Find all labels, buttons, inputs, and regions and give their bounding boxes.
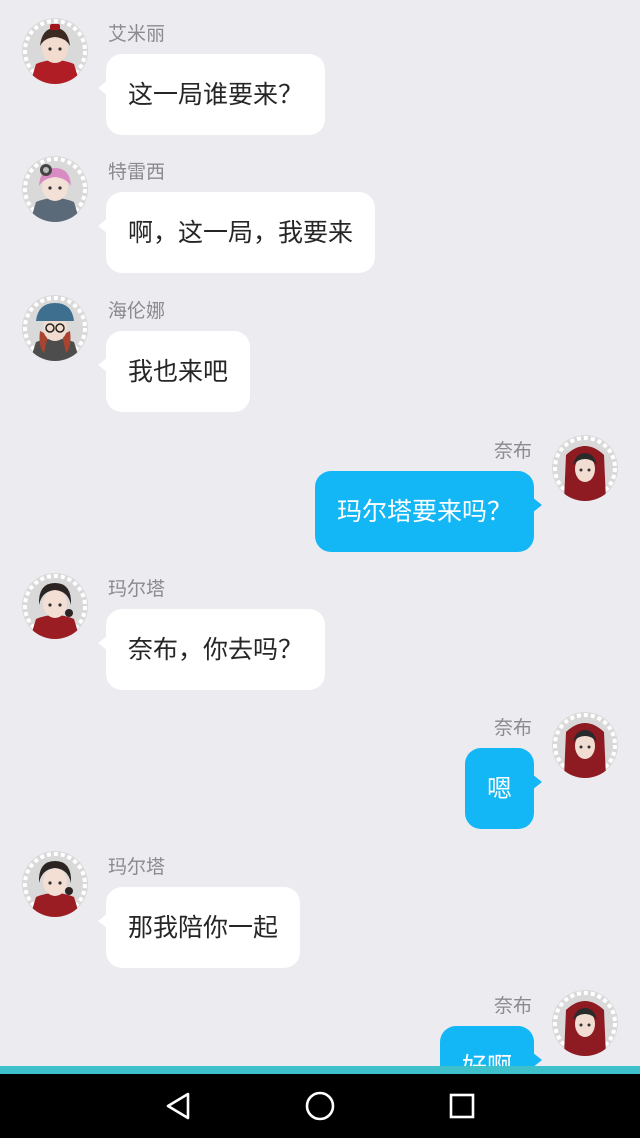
chat-message-list[interactable]: 艾米丽 这一局谁要来？ 特雷西 啊，这一局，我要来 海伦娜 我也来吧 奈布 玛尔…	[0, 0, 640, 1067]
message-bubble[interactable]: 好啊	[439, 1026, 543, 1067]
back-triangle-icon[interactable]	[160, 1088, 196, 1124]
bottom-accent-bar	[0, 1066, 640, 1074]
recents-square-icon[interactable]	[444, 1088, 480, 1124]
home-circle-icon[interactable]	[302, 1088, 338, 1124]
message-row: 奈布 好啊	[0, 555, 640, 1067]
system-navigation-bar	[0, 1074, 640, 1138]
sender-name: 奈布	[493, 995, 532, 1017]
naib-avatar-icon[interactable]	[552, 990, 618, 1056]
